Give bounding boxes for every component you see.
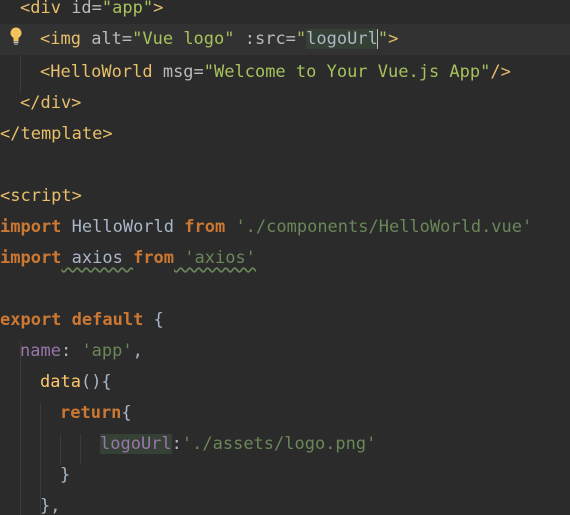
brace: } bbox=[60, 465, 71, 485]
code-line-7[interactable]: <script> bbox=[0, 181, 82, 212]
import-name: axios bbox=[61, 248, 134, 268]
brace: { bbox=[121, 403, 132, 423]
import-name: HelloWorld bbox=[61, 217, 185, 237]
brace: }, bbox=[40, 496, 61, 515]
attr-name: id= bbox=[60, 0, 102, 18]
bound-identifier[interactable]: logoUrl bbox=[306, 29, 378, 49]
property-value: 'app' bbox=[81, 341, 133, 361]
code-line-9[interactable]: import axios from 'axios' bbox=[0, 243, 256, 274]
attr-value: "app" bbox=[101, 0, 154, 18]
import-path: 'axios' bbox=[174, 248, 256, 268]
code-editor[interactable]: <div id="app"> <img alt="Vue logo" :src=… bbox=[0, 0, 570, 515]
code-line-16[interactable]: } bbox=[0, 460, 70, 491]
keyword-from: from bbox=[184, 217, 226, 237]
property-name: name bbox=[20, 341, 61, 361]
comma: , bbox=[132, 341, 143, 361]
code-line-17[interactable]: }, bbox=[0, 491, 60, 515]
code-line-12[interactable]: name: 'app', bbox=[0, 336, 143, 367]
attr-quote: " bbox=[295, 29, 307, 49]
tag-open: <img bbox=[40, 29, 81, 49]
property-name: logoUrl bbox=[100, 434, 172, 454]
method-parens: (){ bbox=[80, 372, 112, 392]
import-path: './components/HelloWorld.vue' bbox=[225, 217, 533, 237]
code-line-2[interactable]: <img alt="Vue logo" :src="logoUrl"> bbox=[0, 24, 570, 55]
code-line-15[interactable]: logoUrl:'./assets/logo.png' bbox=[0, 429, 376, 460]
closing-tag: </template> bbox=[0, 124, 113, 144]
code-line-8[interactable]: import HelloWorld from './components/Hel… bbox=[0, 212, 532, 243]
keyword-default: default bbox=[61, 310, 144, 330]
attr-value: "Welcome to Your Vue.js App" bbox=[203, 62, 491, 82]
colon: : bbox=[60, 341, 82, 361]
closing-tag: </div> bbox=[20, 93, 82, 113]
attr-name: alt= bbox=[80, 29, 133, 49]
attr-value: "Vue logo" bbox=[132, 29, 235, 49]
attr-name: :src= bbox=[234, 29, 296, 49]
code-line-11[interactable]: export default { bbox=[0, 305, 164, 336]
keyword-import: import bbox=[0, 248, 62, 268]
attr-name: msg= bbox=[152, 62, 204, 82]
tag-close: /> bbox=[490, 62, 511, 82]
code-line-13[interactable]: data(){ bbox=[0, 367, 112, 398]
attr-quote: " bbox=[377, 29, 389, 49]
code-line-14[interactable]: return{ bbox=[0, 398, 132, 429]
code-line-4[interactable]: </div> bbox=[0, 88, 81, 119]
method-name: data bbox=[40, 372, 81, 392]
property-value: './assets/logo.png' bbox=[181, 434, 377, 454]
tag-close: > bbox=[388, 29, 399, 49]
tag-open: <div bbox=[20, 0, 61, 18]
code-line-1[interactable]: <div id="app"> bbox=[0, 0, 163, 24]
brace: { bbox=[143, 310, 164, 330]
tag-open: <HelloWorld bbox=[40, 62, 153, 82]
keyword-from: from bbox=[133, 248, 175, 268]
keyword-export: export bbox=[0, 310, 62, 330]
colon: : bbox=[171, 434, 182, 454]
code-line-5[interactable]: </template> bbox=[0, 119, 113, 150]
code-line-3[interactable]: <HelloWorld msg="Welcome to Your Vue.js … bbox=[0, 57, 511, 88]
keyword-return: return bbox=[60, 403, 122, 423]
lightbulb-icon[interactable] bbox=[9, 27, 23, 45]
keyword-import: import bbox=[0, 217, 62, 237]
script-tag: <script> bbox=[0, 186, 82, 206]
tag-close: > bbox=[153, 0, 164, 18]
